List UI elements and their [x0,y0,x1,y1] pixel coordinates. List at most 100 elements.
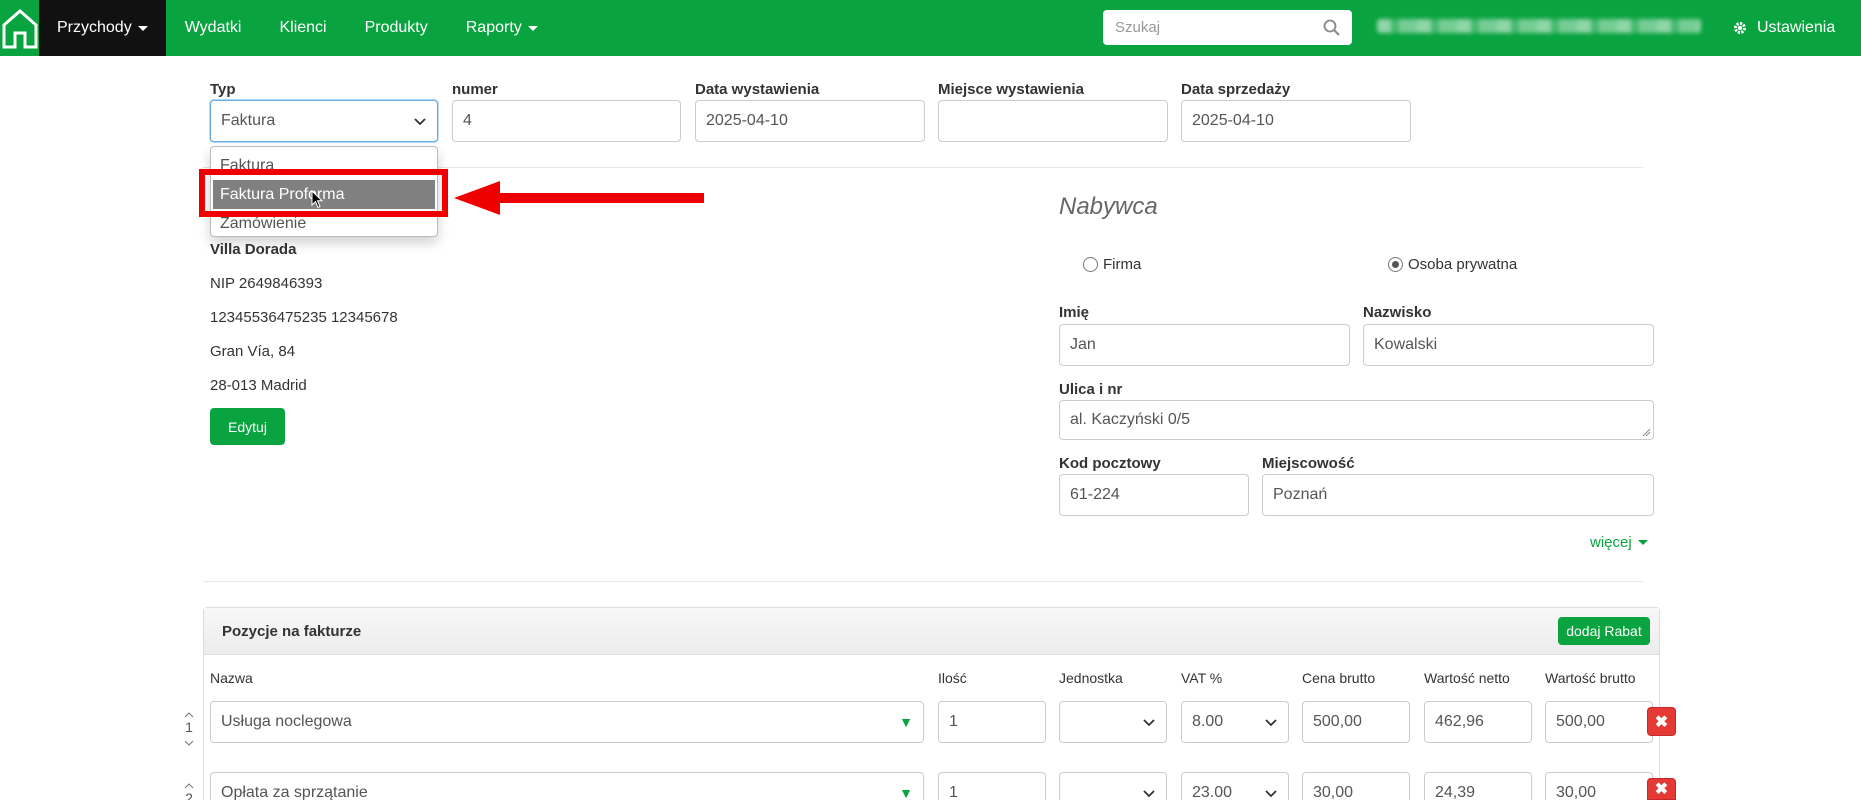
kod-pocztowy-input[interactable] [1059,474,1249,516]
home-button[interactable] [0,0,39,56]
triangle-down-icon[interactable]: ▼ [899,714,913,730]
seller-name: Villa Dorada [210,241,297,258]
radio-osoba-prywatna[interactable]: Osoba prywatna [1388,256,1517,273]
nav-klienci[interactable]: Klienci [260,0,345,56]
row-1-price-input[interactable] [1302,701,1410,743]
row-2-name-value: Opłata za sprzątanie [221,784,368,800]
resize-handle-icon[interactable] [1642,428,1651,437]
nav-wydatki-label: Wydatki [184,19,242,36]
data-sprzedazy-label: Data sprzedaży [1181,81,1291,98]
data-sprzedazy-input[interactable] [1181,100,1411,142]
edit-seller-button[interactable]: Edytuj [210,408,285,445]
miejscowosc-label: Miejscowość [1262,455,1355,472]
chevron-up-icon[interactable] [184,712,194,718]
miejscowosc-input[interactable] [1262,474,1654,516]
chevron-down-icon [414,118,426,126]
row-2-price-input[interactable] [1302,772,1410,800]
nazwisko-input[interactable] [1363,324,1654,366]
col-ilosc: Ilość [938,670,967,686]
row-2-num-text: 2 [185,790,193,800]
typ-select[interactable]: Faktura [210,100,438,142]
caret-down-icon [137,25,148,31]
row-2-unit-select[interactable] [1059,772,1167,800]
row-1-num-text: 1 [185,719,193,735]
row-1-number: 1 [182,706,196,748]
col-cena-brutto: Cena brutto [1302,670,1376,686]
nav-przychody[interactable]: Przychody [39,0,166,56]
more-link[interactable]: więcej [1590,534,1648,551]
home-icon [2,9,37,49]
triangle-down-icon[interactable]: ▼ [899,785,913,800]
radio-firma-dot[interactable] [1083,257,1098,272]
col-wartosc-netto: Wartość netto [1424,670,1510,686]
row-2-number: 2 [182,777,196,800]
miejsce-wystawienia-input[interactable] [938,100,1168,142]
row-1-vat-select[interactable]: 8.00 [1181,701,1289,743]
settings-label: Ustawienia [1757,19,1836,36]
radio-firma-label: Firma [1103,256,1142,273]
chevron-down-icon[interactable] [184,740,194,746]
row-1-name-input[interactable]: Usługa noclegowa ▼ [210,701,924,743]
radio-firma[interactable]: Firma [1083,256,1141,273]
ulica-label: Ulica i nr [1059,381,1123,398]
close-icon: ✖ [1654,781,1669,798]
nav-produkty-label: Produkty [364,19,428,36]
row-1-qty-input[interactable] [938,701,1046,743]
buyer-title: Nabywca [1059,193,1158,220]
row-1-delete-button[interactable]: ✖ [1647,707,1676,736]
typ-label: Typ [210,81,236,98]
divider [203,581,1643,582]
row-2-qty-input[interactable] [938,772,1046,800]
col-jednostka: Jednostka [1059,670,1123,686]
typ-select-value: Faktura [221,112,276,129]
data-wystawienia-input[interactable] [695,100,925,142]
nav-wydatki[interactable]: Wydatki [166,0,261,56]
ulica-value: al. Kaczyński 0/5 [1070,411,1191,428]
row-1-gross-input[interactable] [1545,701,1653,743]
data-wystawienia-label: Data wystawienia [695,81,820,98]
chevron-down-icon [1265,719,1277,727]
caret-down-icon [1637,540,1648,545]
imie-label: Imię [1059,304,1090,321]
user-name-blurred[interactable] [1377,19,1701,33]
gear-icon [1734,22,1746,34]
numer-label: numer [452,81,498,98]
chevron-up-icon[interactable] [184,783,194,789]
chevron-down-icon [1143,719,1155,727]
nav-przychody-label: Przychody [57,19,132,36]
row-2-gross-input[interactable] [1545,772,1653,800]
close-icon: ✖ [1654,713,1669,731]
miejsce-wystawienia-label: Miejsce wystawienia [938,81,1084,98]
search-input[interactable] [1115,19,1323,36]
caret-down-icon [527,25,538,31]
col-nazwa: Nazwa [210,670,253,686]
settings-menu[interactable]: Ustawienia [1733,0,1835,56]
chevron-down-icon [1143,790,1155,798]
numer-input[interactable] [452,100,681,142]
ulica-textarea[interactable]: al. Kaczyński 0/5 [1059,400,1654,440]
nav-raporty-label: Raporty [465,19,522,36]
row-2-name-input[interactable]: Opłata za sprzątanie ▼ [210,772,924,800]
col-vat: VAT % [1181,670,1223,686]
nav-produkty[interactable]: Produkty [346,0,447,56]
seller-nip: NIP 2649846393 [210,275,323,292]
row-2-vat-select[interactable]: 23.00 [1181,772,1289,800]
row-1-name-value: Usługa noclegowa [221,713,352,730]
search-icon[interactable] [1323,19,1340,36]
row-1-net-input[interactable] [1424,701,1532,743]
chevron-down-icon [1265,790,1277,798]
row-1-unit-select[interactable] [1059,701,1167,743]
imie-input[interactable] [1059,324,1350,366]
nav-raporty[interactable]: Raporty [447,0,557,56]
search-box [1103,10,1352,45]
row-2-delete-button[interactable]: ✖ [1647,778,1676,800]
radio-osoba-dot[interactable] [1388,257,1403,272]
row-2-net-input[interactable] [1424,772,1532,800]
kod-pocztowy-label: Kod pocztowy [1059,455,1161,472]
nav-klienci-label: Klienci [279,19,327,36]
add-discount-button[interactable]: dodaj Rabat [1558,617,1650,645]
seller-account: 12345536475235 12345678 [210,309,398,326]
row-2-vat-value: 23.00 [1192,784,1233,800]
mouse-cursor-icon [311,190,324,209]
row-1-vat-value: 8.00 [1192,713,1224,730]
